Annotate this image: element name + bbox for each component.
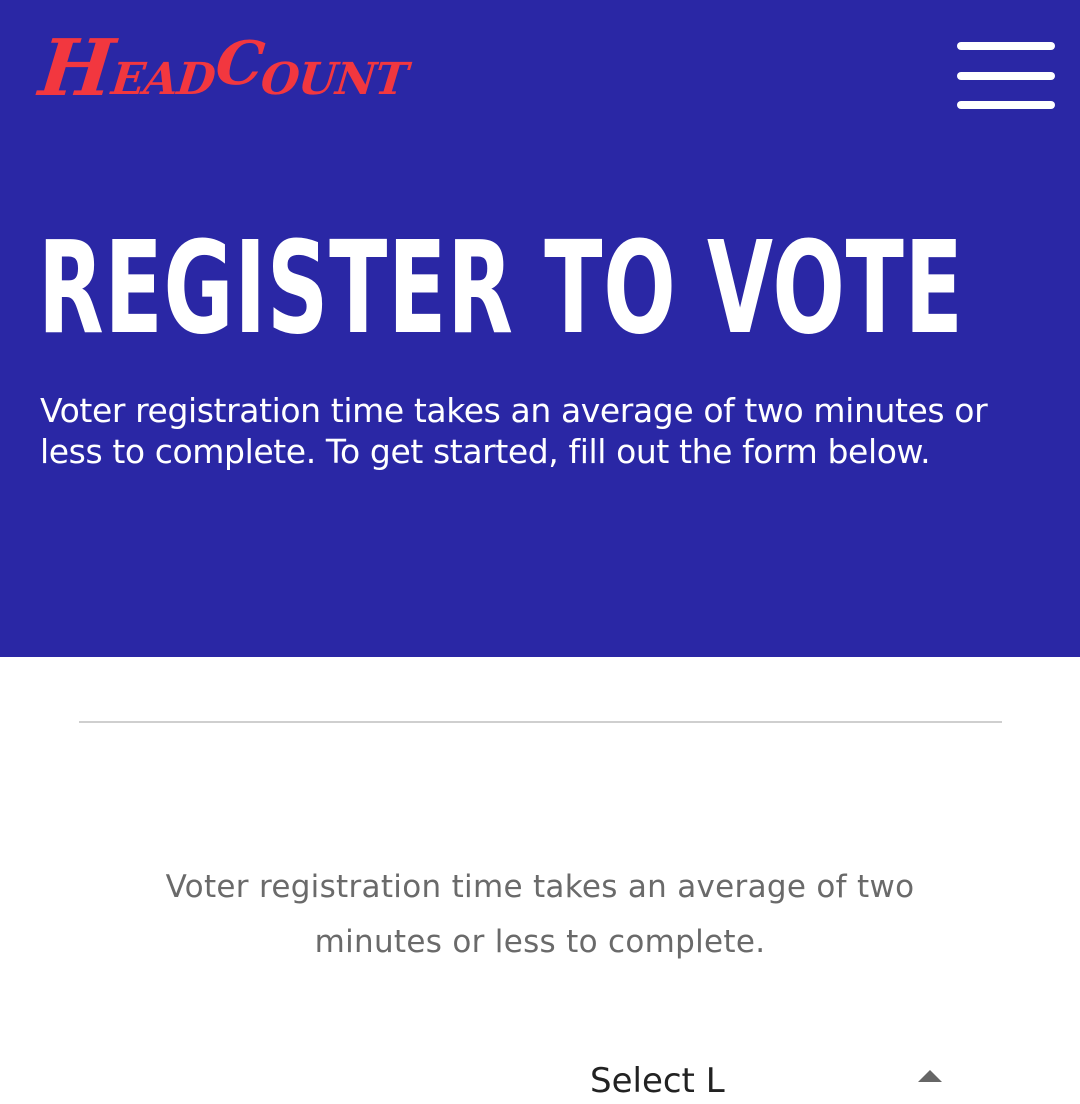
menu-icon-bar-top	[957, 42, 1055, 50]
menu-icon-bar-bottom	[957, 101, 1055, 109]
hero-header: H EAD C OUNT REGISTER TO VOTE Voter regi…	[0, 0, 1080, 657]
form-intro-text: Voter registration time takes an average…	[165, 869, 915, 960]
select-arrow-icon[interactable]	[918, 1070, 942, 1082]
hero-description: Voter registration time takes an average…	[40, 391, 988, 471]
logo-letter-c: C	[212, 29, 267, 99]
logo-letter-h: H	[35, 23, 118, 114]
page-title: REGISTER TO VOTE	[38, 215, 964, 363]
state-select-value: Select L	[590, 1061, 725, 1101]
menu-icon-bar-middle	[957, 72, 1055, 80]
state-select[interactable]: Select L	[590, 1064, 950, 1104]
logo-letters-ead: EAD	[108, 54, 218, 105]
logo-letters-ount: OUNT	[258, 54, 410, 105]
headcount-logo[interactable]: H EAD C OUNT	[35, 23, 412, 114]
section-divider	[79, 721, 1002, 723]
hamburger-menu-icon[interactable]	[957, 42, 1055, 112]
